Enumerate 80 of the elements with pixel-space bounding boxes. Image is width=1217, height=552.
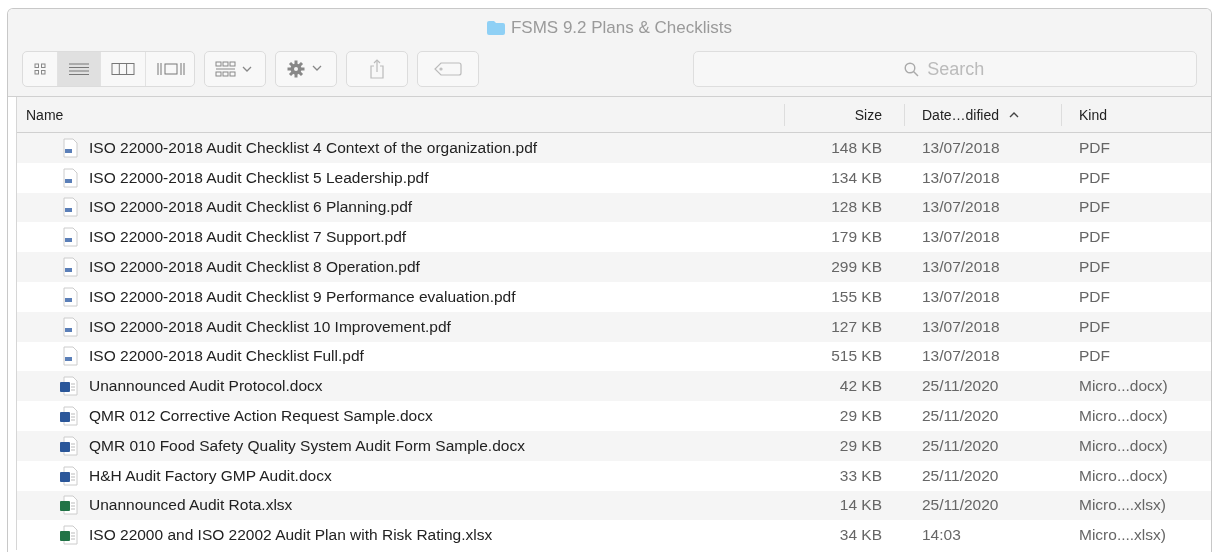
file-size: 29 KB: [839, 436, 882, 455]
date-modified: 13/07/2018: [922, 228, 1000, 247]
file-size: 155 KB: [831, 287, 882, 306]
date-modified: 13/07/2018: [922, 258, 1000, 277]
date-modified: 13/07/2018: [922, 198, 1000, 217]
file-name[interactable]: ISO 22000-2018 Audit Checklist 8 Operation.pdf: [89, 258, 420, 277]
date-modified: 13/07/2018: [922, 138, 1000, 157]
date-modified: 25/11/2020: [922, 496, 999, 515]
file-size: 515 KB: [831, 347, 882, 366]
settings-button[interactable]: [275, 51, 338, 87]
word-document-icon: [59, 435, 79, 456]
file-name[interactable]: ISO 22000-2018 Audit Checklist Full.pdf: [89, 347, 364, 366]
list-view-button[interactable]: [58, 52, 101, 86]
file-name[interactable]: ISO 22000-2018 Audit Checklist 9 Performance evaluation.pdf: [89, 287, 516, 306]
file-size: 179 KB: [831, 228, 882, 247]
date-modified: 13/07/2018: [922, 347, 1000, 366]
gallery-icon: [156, 62, 186, 76]
file-name[interactable]: ISO 22000-2018 Audit Checklist 7 Support.pdf: [89, 228, 407, 247]
search-icon: [903, 62, 919, 77]
file-name[interactable]: Unannounced Audit Rota.xlsx: [89, 496, 293, 515]
search-field[interactable]: Search: [692, 51, 1197, 87]
column-header[interactable]: Kind: [1061, 103, 1211, 126]
file-kind: PDF: [1079, 347, 1110, 366]
column-header[interactable]: Size: [784, 103, 904, 126]
file-size: 29 KB: [839, 407, 882, 426]
file-kind: PDF: [1079, 198, 1110, 217]
file-size: 148 KB: [831, 138, 882, 157]
file-size: 128 KB: [831, 198, 882, 217]
date-modified: 25/11/2020: [922, 407, 999, 426]
file-kind: PDF: [1079, 258, 1110, 277]
word-document-icon: [59, 406, 79, 427]
file-kind: Micro...docx): [1079, 377, 1168, 396]
file-kind: Micro....xlsx): [1079, 526, 1166, 545]
file-size: 42 KB: [839, 377, 882, 396]
file-name[interactable]: ISO 22000-2018 Audit Checklist 5 Leadership.pdf: [89, 168, 429, 187]
file-size: 34 KB: [839, 526, 882, 545]
date-modified: 13/07/2018: [922, 317, 1000, 336]
file-name[interactable]: H&H Audit Factory GMP Audit.docx: [89, 466, 332, 485]
window-title: FSMS 9.2 Plans & Checklists: [510, 18, 733, 38]
file-kind: PDF: [1079, 317, 1110, 336]
file-name[interactable]: ISO 22000 and ISO 22002 Audit Plan with Risk Rating.xlsx: [89, 526, 493, 545]
column-header[interactable]: Name: [17, 103, 784, 126]
file-name[interactable]: ISO 22000-2018 Audit Checklist 4 Context of the organization.pdf: [89, 138, 538, 157]
date-modified: 25/11/2020: [922, 436, 999, 455]
file-size: 33 KB: [839, 466, 882, 485]
date-modified: 25/11/2020: [922, 466, 999, 485]
file-size: 14 KB: [839, 496, 882, 515]
grid-icon: [33, 62, 47, 76]
column-header[interactable]: Date…dified: [904, 103, 1061, 126]
file-kind: PDF: [1079, 168, 1110, 187]
file-name[interactable]: QMR 010 Food Safety Quality System Audit Form Sample.docx: [89, 436, 525, 455]
file-kind: Micro....xlsx): [1079, 496, 1166, 515]
date-modified: 14:03: [922, 526, 961, 545]
arrange-button[interactable]: [204, 51, 267, 87]
spreadsheet-icon: [59, 495, 79, 516]
date-modified: 13/07/2018: [922, 168, 1000, 187]
file-size: 134 KB: [831, 168, 882, 187]
file-kind: Micro...docx): [1079, 466, 1168, 485]
file-kind: Micro...docx): [1079, 436, 1168, 455]
date-modified: 13/07/2018: [922, 287, 1000, 306]
date-modified: 25/11/2020: [922, 377, 999, 396]
file-name[interactable]: ISO 22000-2018 Audit Checklist 10 Improvement.pdf: [89, 317, 451, 336]
file-name[interactable]: QMR 012 Corrective Action Request Sample.docx: [89, 407, 433, 426]
spreadsheet-icon: [59, 525, 79, 546]
folder-icon: [486, 21, 505, 35]
file-size: 127 KB: [831, 317, 882, 336]
file-name[interactable]: Unannounced Audit Protocol.docx: [89, 377, 323, 396]
file-kind: PDF: [1079, 287, 1110, 306]
file-name[interactable]: ISO 22000-2018 Audit Checklist 6 Planning.pdf: [89, 198, 413, 217]
columns-icon: [111, 62, 135, 76]
tag-icon: [433, 62, 462, 76]
file-kind: PDF: [1079, 138, 1110, 157]
word-document-icon: [59, 376, 79, 397]
list-icon: [68, 62, 90, 76]
share-icon: [369, 59, 386, 79]
file-size: 299 KB: [831, 258, 882, 277]
file-kind: Micro...docx): [1079, 407, 1168, 426]
sort-ascending-icon: [1009, 111, 1020, 118]
word-document-icon: [59, 465, 79, 486]
file-kind: PDF: [1079, 228, 1110, 247]
